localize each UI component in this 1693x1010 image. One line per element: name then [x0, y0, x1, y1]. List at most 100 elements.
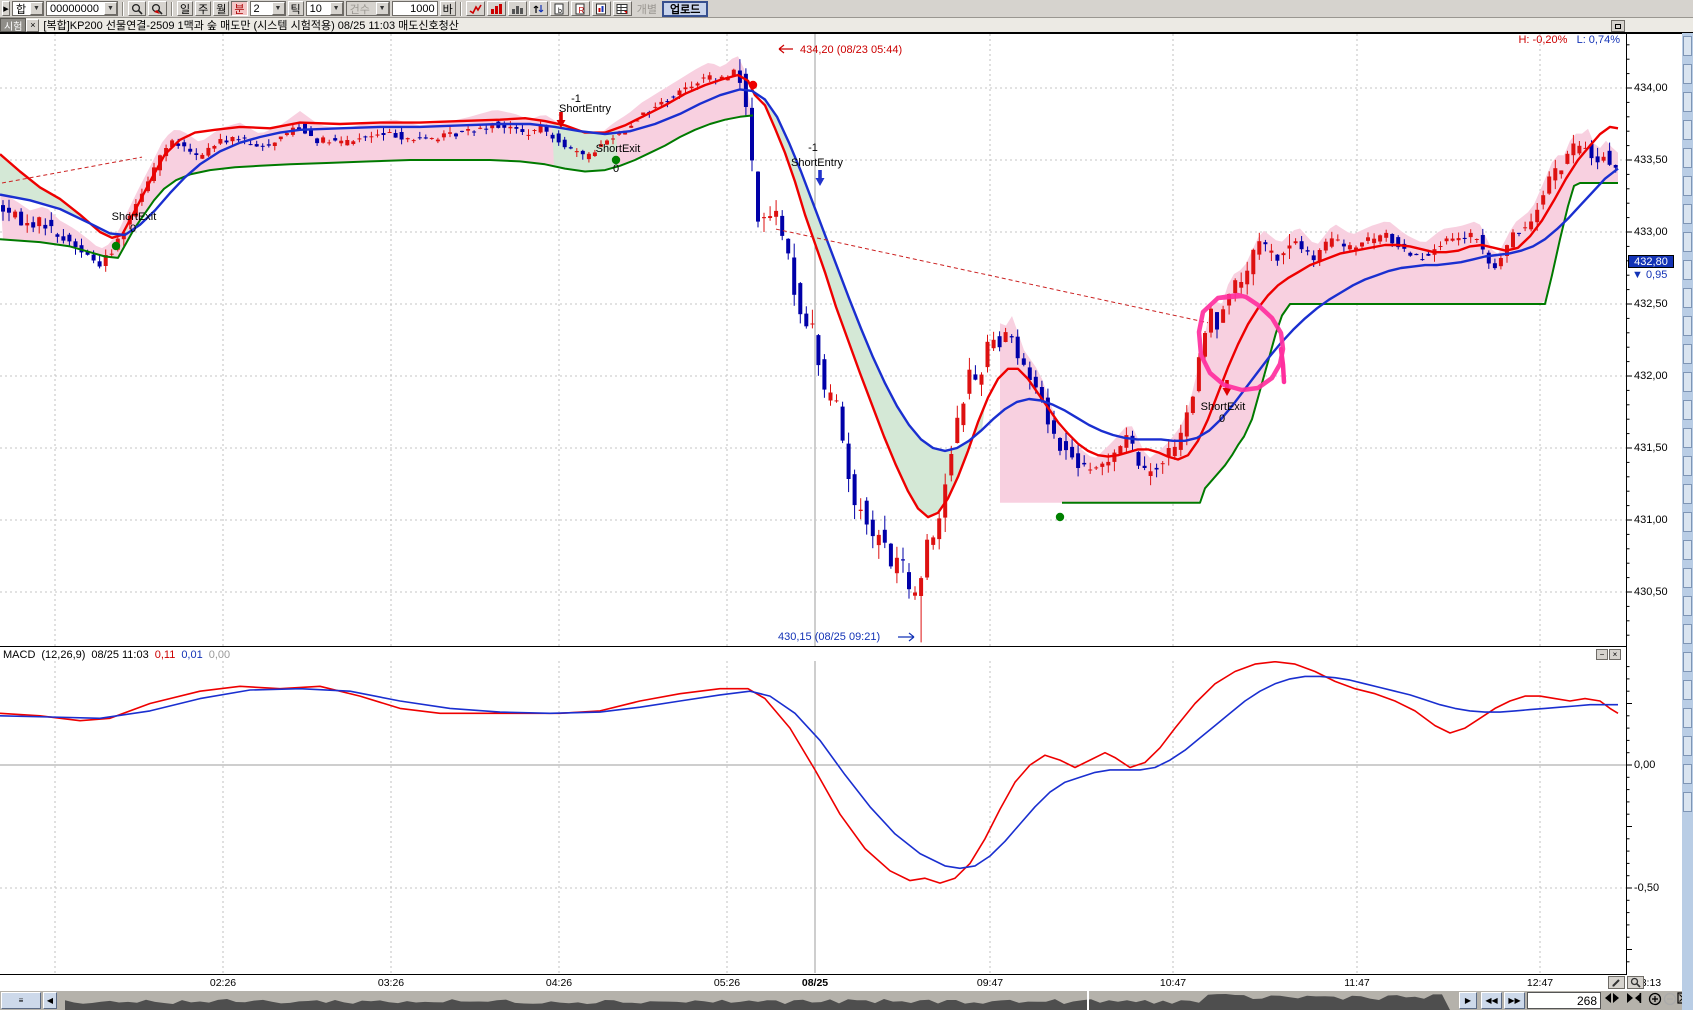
close-icon[interactable]: ×: [26, 19, 39, 32]
side-strip-button[interactable]: [1683, 456, 1692, 476]
candle-body: [406, 138, 410, 139]
visible-bars-input[interactable]: [1527, 992, 1601, 1009]
bar-count-input[interactable]: [392, 1, 438, 16]
side-strip-button[interactable]: [1683, 344, 1692, 364]
tick-interval-select[interactable]: 10 ▼: [306, 1, 344, 16]
side-strip-button[interactable]: [1683, 708, 1692, 728]
price-axis-label: 430,50: [1634, 586, 1686, 598]
side-strip-button[interactable]: [1683, 484, 1692, 504]
navigator-back-button[interactable]: ◀: [43, 992, 57, 1009]
candle-body: [1, 205, 5, 212]
side-strip-button[interactable]: [1683, 764, 1692, 784]
signal-label: 0: [1219, 413, 1225, 425]
chart-report-button[interactable]: [592, 1, 611, 16]
candle-body: [973, 374, 977, 379]
candle-body: [980, 375, 984, 385]
doc-copy-button[interactable]: b: [550, 1, 569, 16]
close-icon[interactable]: ×: [1609, 649, 1621, 660]
side-strip-button[interactable]: [1683, 512, 1692, 532]
side-strip-button[interactable]: [1683, 260, 1692, 280]
period-minute-button[interactable]: 분: [231, 1, 247, 16]
side-strip-button[interactable]: [1683, 736, 1692, 756]
volume-gray-button[interactable]: [508, 1, 527, 16]
side-strip-button[interactable]: [1683, 540, 1692, 560]
candle-body: [756, 172, 760, 222]
collapse-handle-icon[interactable]: ▸: [2, 1, 10, 16]
period-month-button[interactable]: 월: [213, 1, 229, 16]
search-button[interactable]: [128, 1, 146, 16]
tab-test[interactable]: 시험: [0, 18, 26, 32]
step-forward-button[interactable]: ▶: [1459, 992, 1477, 1009]
symbol-combobox[interactable]: 00000000 ▼: [46, 1, 118, 16]
candle-body: [853, 474, 857, 505]
side-strip-button[interactable]: [1683, 92, 1692, 112]
signal-tool-button[interactable]: [466, 1, 485, 16]
candle-body: [1481, 235, 1485, 250]
period-tick-button[interactable]: 틱: [288, 1, 304, 16]
side-strip-button[interactable]: [1683, 36, 1692, 56]
side-strip-button[interactable]: [1683, 120, 1692, 140]
side-strip-button[interactable]: [1683, 288, 1692, 308]
side-strip-button[interactable]: [1683, 792, 1692, 812]
side-strip-button[interactable]: [1683, 680, 1692, 700]
candle-body: [1076, 453, 1080, 468]
side-strip-button[interactable]: [1683, 204, 1692, 224]
expand-horizontal-button[interactable]: [1604, 992, 1624, 1009]
candle-body: [786, 239, 790, 254]
doc-replace-button[interactable]: R: [571, 1, 590, 16]
candle-body: [1137, 452, 1141, 466]
price-chart-canvas[interactable]: [0, 0, 1693, 1010]
side-strip-button[interactable]: [1683, 64, 1692, 84]
navigator-menu-button[interactable]: ≡: [1, 992, 41, 1009]
candle-body: [273, 143, 277, 146]
go-to-end-button[interactable]: [1626, 992, 1646, 1009]
gray-bars-icon: [511, 3, 524, 15]
candle-body: [514, 127, 518, 129]
side-strip-button[interactable]: [1683, 316, 1692, 336]
upload-button[interactable]: 업로드: [662, 1, 708, 17]
page-forward-button[interactable]: ▶▶: [1504, 992, 1525, 1009]
page-back-button[interactable]: ◀◀: [1481, 992, 1502, 1009]
side-strip-button[interactable]: [1683, 176, 1692, 196]
sort-updown-button[interactable]: [529, 1, 548, 16]
time-axis-label: 10:47: [1160, 977, 1186, 989]
macd-time: 08/25 11:03: [91, 649, 148, 661]
side-strip-button[interactable]: [1683, 428, 1692, 448]
account-type-select[interactable]: 합 ▼: [12, 1, 44, 16]
minimize-icon[interactable]: −: [1596, 649, 1608, 660]
side-strip-button[interactable]: [1683, 372, 1692, 392]
side-strip-button[interactable]: [1683, 596, 1692, 616]
grid-table-button[interactable]: [613, 1, 632, 16]
price-axis-label: 433,50: [1634, 154, 1686, 166]
restore-window-button[interactable]: [1611, 20, 1625, 32]
candle-body: [43, 225, 47, 229]
draw-tool-button[interactable]: [1608, 976, 1625, 989]
signal-check-icon: [469, 3, 482, 15]
search-back-button[interactable]: [148, 1, 167, 16]
candle-body: [418, 137, 422, 138]
candle-body: [653, 107, 657, 108]
period-week-button[interactable]: 주: [195, 1, 211, 16]
side-strip-button[interactable]: [1683, 148, 1692, 168]
side-strip-button[interactable]: [1683, 652, 1692, 672]
candle-body: [1215, 312, 1219, 329]
candle-body: [1143, 466, 1147, 468]
side-strip-button[interactable]: [1683, 568, 1692, 588]
chart-navigator[interactable]: ≡ ◀ ▶ ◀◀ ▶▶: [0, 991, 1693, 1010]
candle-body: [19, 212, 23, 226]
side-strip-button[interactable]: [1683, 400, 1692, 420]
bar-unit-button[interactable]: 바: [440, 1, 456, 16]
time-axis: 02:2603:2604:2605:2608/2509:4710:4711:47…: [0, 975, 1693, 991]
side-strip-button[interactable]: [1683, 624, 1692, 644]
candle-body: [110, 254, 114, 255]
candle-body: [877, 535, 881, 545]
volume-red-button[interactable]: [487, 1, 506, 16]
chart-document-icon: [595, 3, 608, 15]
zoom-tool-button[interactable]: [1627, 976, 1644, 989]
side-strip-button[interactable]: [1683, 232, 1692, 252]
candle-body: [424, 137, 428, 138]
candle-body: [895, 558, 899, 573]
candle-body: [1282, 253, 1286, 255]
period-day-button[interactable]: 일: [177, 1, 193, 16]
minute-interval-select[interactable]: 2 ▼: [250, 1, 286, 16]
